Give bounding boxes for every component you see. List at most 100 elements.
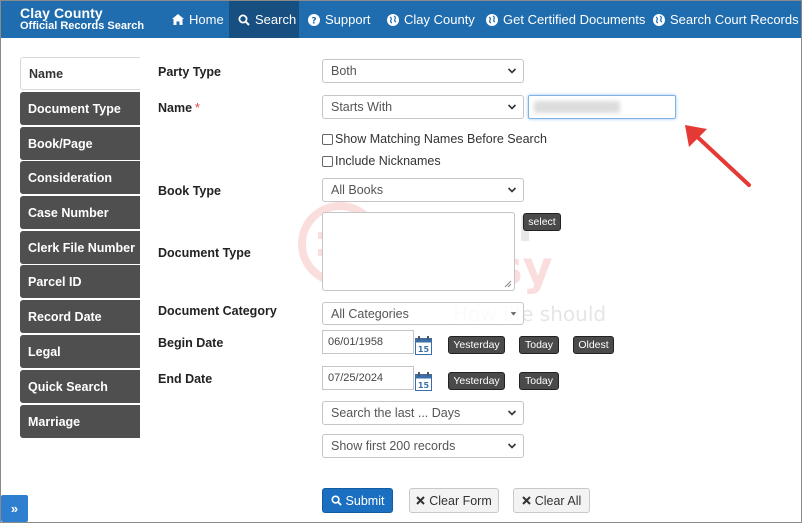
nav-home[interactable]: Home xyxy=(163,1,229,38)
sidebar-item-label: Clerk File Number xyxy=(28,240,135,255)
nav-certified-documents[interactable]: Get Certified Documents xyxy=(478,1,645,38)
sidebar-item-case-number[interactable]: Case Number xyxy=(20,196,140,229)
document-type-label: Document Type xyxy=(158,246,251,260)
search-last-days-value: Search the last ... Days xyxy=(331,406,461,420)
expand-sidebar-button[interactable]: » xyxy=(1,495,28,522)
submit-label: Submit xyxy=(345,493,385,508)
begin-oldest-button[interactable]: Oldest xyxy=(573,336,614,354)
begin-today-button[interactable]: Today xyxy=(519,336,559,354)
sidebar-item-label: Legal xyxy=(28,344,61,359)
sidebar-item-label: Quick Search xyxy=(28,379,108,394)
caret-down-icon xyxy=(510,312,517,316)
document-type-textarea[interactable] xyxy=(322,212,515,291)
search-last-days-select[interactable]: Search the last ... Days xyxy=(322,401,524,425)
clear-form-label: Clear Form xyxy=(429,493,492,508)
book-type-value: All Books xyxy=(331,183,384,197)
document-category-select[interactable]: All Categories xyxy=(322,302,524,325)
sidebar-item-book-page[interactable]: Book/Page xyxy=(20,127,140,160)
document-type-select-button[interactable]: select xyxy=(523,213,561,231)
sidebar-item-consideration[interactable]: Consideration xyxy=(20,161,140,194)
red-arrow-annotation xyxy=(685,125,751,187)
show-records-select[interactable]: Show first 200 records xyxy=(322,434,524,458)
chevron-down-icon xyxy=(507,104,517,110)
question-circle-icon: ? xyxy=(308,13,320,26)
begin-date-label: Begin Date xyxy=(158,336,224,350)
sidebar-item-parcel-id[interactable]: Parcel ID xyxy=(20,265,140,298)
end-date-label: End Date xyxy=(158,372,213,386)
document-category-value: All Categories xyxy=(331,306,409,321)
app-window: Clay County Official Records Search Home… xyxy=(0,0,802,523)
nav-clay-county[interactable]: Clay County xyxy=(379,1,478,38)
end-date-input[interactable]: 07/25/2024 xyxy=(322,366,414,390)
top-navbar: Clay County Official Records Search Home… xyxy=(1,1,801,38)
name-match-select[interactable]: Starts With xyxy=(322,95,524,119)
begin-date-input[interactable]: 06/01/1958 xyxy=(322,330,414,354)
nav-court-records[interactable]: Search Court Records xyxy=(645,1,801,38)
clear-form-button[interactable]: Clear Form xyxy=(409,488,499,513)
sidebar-item-label: Record Date xyxy=(28,309,102,324)
home-icon xyxy=(172,14,184,25)
required-marker: * xyxy=(195,101,200,115)
brand-subtitle: Official Records Search xyxy=(20,20,145,32)
end-yesterday-button[interactable]: Yesterday xyxy=(448,372,505,390)
svg-text:?: ? xyxy=(311,16,316,26)
clear-all-label: Clear All xyxy=(534,493,582,508)
chevron-down-icon xyxy=(507,410,517,416)
sidebar-item-quick-search[interactable]: Quick Search xyxy=(20,370,140,403)
sidebar-item-record-date[interactable]: Record Date xyxy=(20,300,140,333)
include-nicknames-checkbox[interactable]: Include Nicknames xyxy=(322,154,441,168)
search-icon xyxy=(331,495,342,506)
close-icon xyxy=(522,496,531,505)
nav-search[interactable]: Search xyxy=(229,1,299,38)
calendar-day: 15 xyxy=(418,381,430,390)
party-type-value: Both xyxy=(331,64,357,78)
calendar-icon[interactable]: 15 xyxy=(415,336,432,355)
include-nicknames-label: Include Nicknames xyxy=(335,154,441,168)
checkbox-box[interactable] xyxy=(322,155,333,167)
begin-yesterday-button[interactable]: Yesterday xyxy=(448,336,505,354)
name-label-text: Name xyxy=(158,101,193,115)
sidebar-item-label: Marriage xyxy=(28,414,81,429)
chevron-down-icon xyxy=(507,187,517,193)
show-matching-names-label: Show Matching Names Before Search xyxy=(335,132,547,146)
show-records-value: Show first 200 records xyxy=(331,439,456,453)
sidebar-item-label: Document Type xyxy=(28,101,121,116)
name-input[interactable] xyxy=(528,95,676,119)
sidebar-item-label: Case Number xyxy=(28,205,109,220)
chevron-down-icon xyxy=(507,443,517,449)
book-type-select[interactable]: All Books xyxy=(322,178,524,202)
blurred-name-text xyxy=(534,101,620,113)
book-type-label: Book Type xyxy=(158,184,221,198)
globe-icon xyxy=(486,13,498,26)
nav-court-records-label: Search Court Records xyxy=(670,12,799,27)
nav-certified-documents-label: Get Certified Documents xyxy=(503,12,646,27)
party-type-label: Party Type xyxy=(158,65,221,79)
party-type-select[interactable]: Both xyxy=(322,59,524,83)
end-today-button[interactable]: Today xyxy=(519,372,559,390)
resize-grip-icon[interactable] xyxy=(504,280,512,288)
sidebar-item-marriage[interactable]: Marriage xyxy=(20,405,140,438)
name-match-value: Starts With xyxy=(331,100,393,114)
nav-support[interactable]: ? Support xyxy=(299,1,379,38)
name-label: Name * xyxy=(158,101,200,115)
sidebar-item-name[interactable]: Name xyxy=(20,57,140,90)
nav-home-label: Home xyxy=(189,12,224,27)
calendar-icon[interactable]: 15 xyxy=(415,372,432,391)
sidebar-item-label: Name xyxy=(29,66,64,81)
sidebar-item-clerk-file-number[interactable]: Clerk File Number xyxy=(20,231,140,264)
nav-search-label: Search xyxy=(255,12,297,27)
checkbox-box[interactable] xyxy=(322,133,333,145)
nav-clay-county-label: Clay County xyxy=(404,12,475,27)
site-brand[interactable]: Clay County Official Records Search xyxy=(20,6,144,32)
clear-all-button[interactable]: Clear All xyxy=(513,488,590,513)
chevron-down-icon xyxy=(507,68,517,74)
show-matching-names-checkbox[interactable]: Show Matching Names Before Search xyxy=(322,132,547,146)
sidebar-item-document-type[interactable]: Document Type xyxy=(20,92,140,125)
globe-icon xyxy=(653,13,665,26)
sidebar-item-label: Consideration xyxy=(28,170,113,185)
submit-button[interactable]: Submit xyxy=(322,488,393,513)
search-icon xyxy=(238,14,250,26)
close-icon xyxy=(416,496,425,505)
document-category-label: Document Category xyxy=(158,304,277,318)
sidebar-item-legal[interactable]: Legal xyxy=(20,335,140,368)
